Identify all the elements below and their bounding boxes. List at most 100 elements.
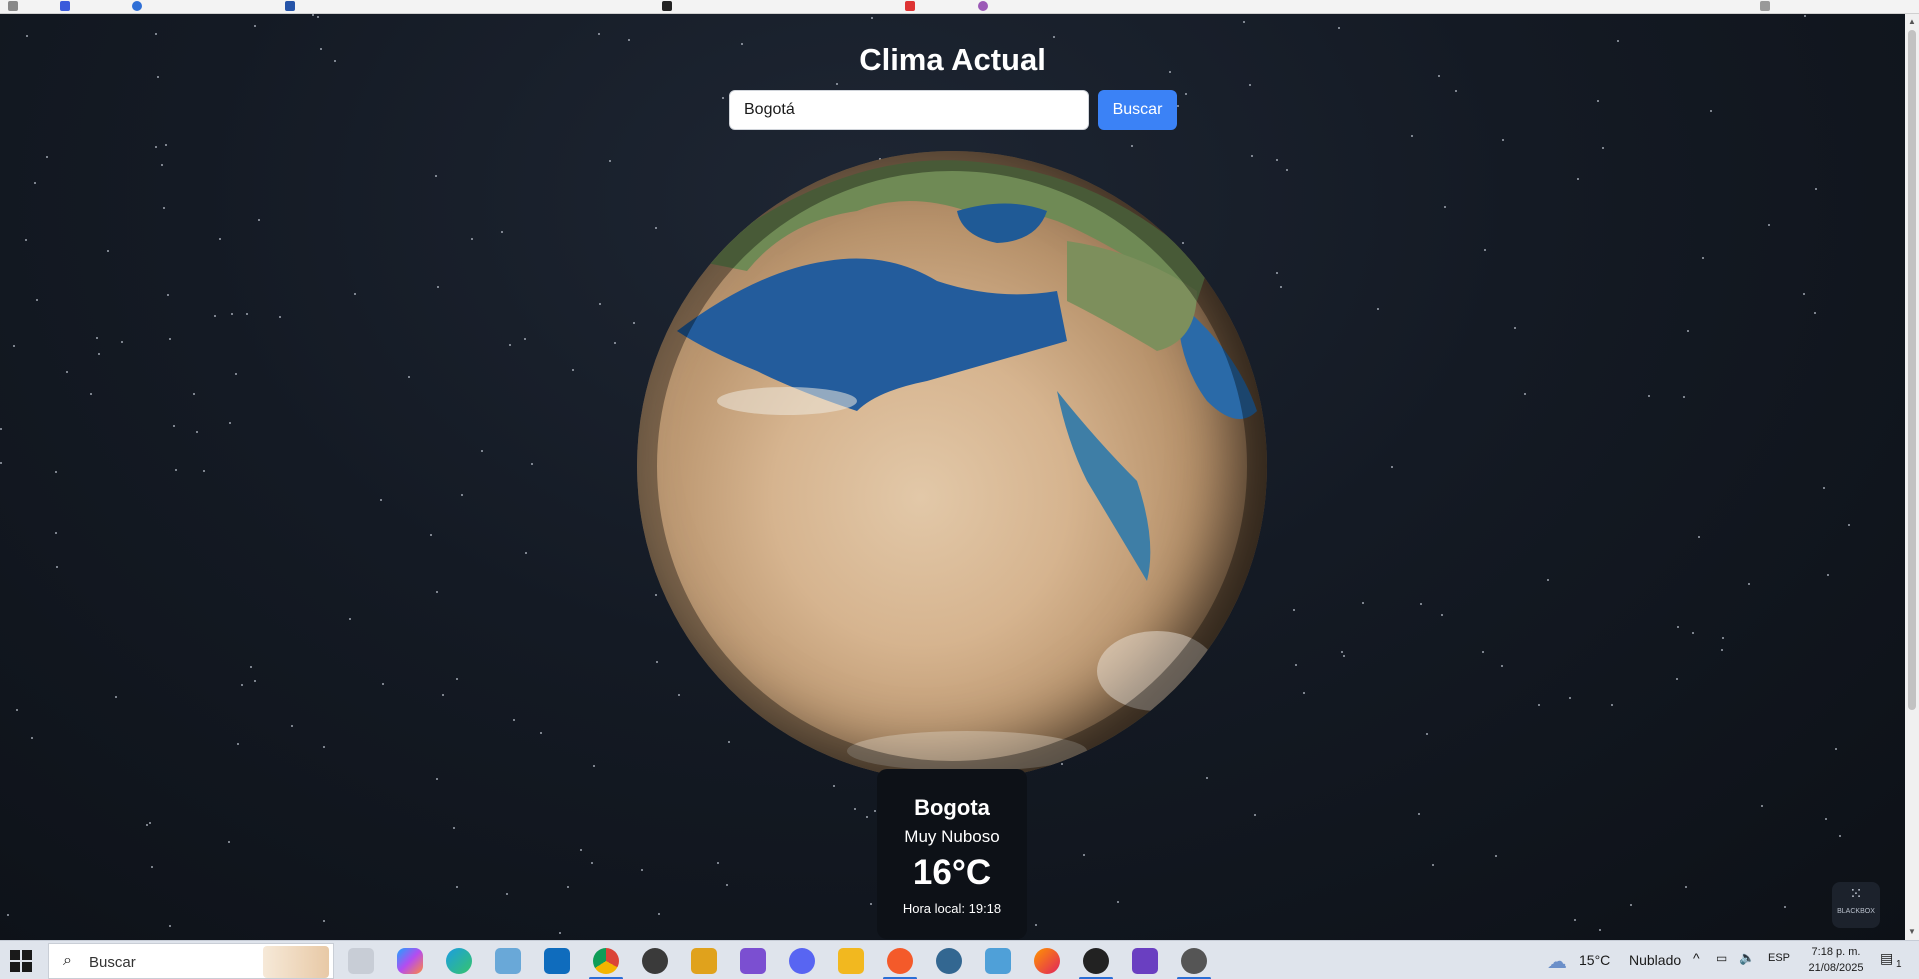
obs-icon[interactable] bbox=[642, 948, 668, 974]
taskbar-search-box[interactable]: ⌕ Buscar bbox=[48, 943, 334, 979]
star bbox=[96, 337, 98, 339]
star bbox=[1295, 664, 1297, 666]
star bbox=[1482, 651, 1484, 653]
star bbox=[1303, 692, 1305, 694]
star bbox=[66, 371, 68, 373]
notepad-icon[interactable] bbox=[495, 948, 521, 974]
blackbox-logo-icon: ⁙ bbox=[1849, 886, 1863, 903]
star bbox=[31, 737, 33, 739]
star bbox=[633, 322, 635, 324]
star bbox=[13, 345, 15, 347]
star bbox=[1685, 886, 1687, 888]
star bbox=[1495, 855, 1497, 857]
star bbox=[1577, 178, 1579, 180]
star bbox=[107, 250, 109, 252]
bookmark-icon[interactable] bbox=[60, 1, 70, 11]
maps-icon[interactable] bbox=[985, 948, 1011, 974]
star bbox=[169, 925, 171, 927]
star bbox=[641, 869, 643, 871]
blackbox-badge[interactable]: ⁙ BLACKBOX bbox=[1832, 882, 1880, 928]
star bbox=[1597, 100, 1599, 102]
star bbox=[501, 231, 503, 233]
star bbox=[1418, 813, 1420, 815]
star bbox=[1432, 864, 1434, 866]
star bbox=[34, 182, 36, 184]
windows-start-icon[interactable] bbox=[10, 950, 32, 972]
star bbox=[614, 342, 616, 344]
notification-icon[interactable]: ▤ bbox=[1880, 950, 1893, 979]
star bbox=[169, 338, 171, 340]
volume-icon[interactable]: 🔈 bbox=[1739, 950, 1755, 979]
visual-studio-icon[interactable] bbox=[740, 948, 766, 974]
star bbox=[1676, 678, 1678, 680]
temperature: 16°C bbox=[912, 853, 992, 892]
windows-taskbar: ⌕ Buscar ☁ 15°C Nublado ^ ▭ 🔈 ESP 7:18 p… bbox=[0, 940, 1919, 979]
scroll-thumb[interactable] bbox=[1908, 30, 1916, 710]
star bbox=[437, 286, 439, 288]
star bbox=[1484, 249, 1486, 251]
unknown-app-icon[interactable] bbox=[1083, 948, 1109, 974]
star bbox=[1630, 904, 1632, 906]
search-button[interactable]: Buscar bbox=[1098, 90, 1177, 130]
bookmark-icon[interactable] bbox=[8, 1, 18, 11]
star bbox=[717, 862, 719, 864]
star bbox=[1276, 159, 1278, 161]
file-tool-icon[interactable] bbox=[691, 948, 717, 974]
page-scrollbar[interactable]: ▲ ▼ bbox=[1905, 14, 1919, 940]
bookmark-icon[interactable] bbox=[1760, 1, 1770, 11]
star bbox=[1249, 84, 1251, 86]
star bbox=[1377, 308, 1379, 310]
brave-icon[interactable] bbox=[887, 948, 913, 974]
network-icon[interactable]: ▭ bbox=[1716, 951, 1727, 979]
star bbox=[1243, 21, 1245, 23]
star bbox=[55, 532, 57, 534]
bookmark-icon[interactable] bbox=[285, 1, 295, 11]
visual-studio-2-icon[interactable] bbox=[1132, 948, 1158, 974]
star bbox=[1748, 583, 1750, 585]
earth-globe[interactable] bbox=[637, 151, 1267, 781]
star bbox=[0, 428, 2, 430]
star bbox=[509, 344, 511, 346]
scroll-down-arrow-icon[interactable]: ▼ bbox=[1907, 927, 1917, 937]
bookmark-icon[interactable] bbox=[662, 1, 672, 11]
chevron-up-icon[interactable]: ^ bbox=[1693, 950, 1700, 979]
star bbox=[1362, 602, 1364, 604]
star bbox=[254, 25, 256, 27]
star bbox=[598, 33, 600, 35]
star bbox=[593, 765, 595, 767]
edge-icon[interactable] bbox=[446, 948, 472, 974]
star bbox=[531, 463, 533, 465]
firefox-icon[interactable] bbox=[1034, 948, 1060, 974]
star bbox=[1083, 854, 1085, 856]
star bbox=[155, 146, 157, 148]
bookmark-icon[interactable] bbox=[132, 1, 142, 11]
weather-app-page: Clima Actual Bogotá Buscar Bogota Muy Nu… bbox=[0, 14, 1905, 940]
taskbar-clock[interactable]: 7:18 p. m. 21/08/2025 bbox=[1796, 944, 1876, 976]
bookmark-icon[interactable] bbox=[905, 1, 915, 11]
star bbox=[254, 680, 256, 682]
scroll-up-arrow-icon[interactable]: ▲ bbox=[1907, 17, 1917, 27]
outlook-icon[interactable] bbox=[544, 948, 570, 974]
star bbox=[231, 313, 233, 315]
bookmark-icon[interactable] bbox=[978, 1, 988, 11]
city-search-input[interactable]: Bogotá bbox=[729, 90, 1089, 130]
chrome-icon[interactable] bbox=[593, 948, 619, 974]
file-explorer-icon[interactable] bbox=[838, 948, 864, 974]
browser-top-strip bbox=[0, 0, 1919, 14]
star bbox=[1677, 626, 1679, 628]
star bbox=[1444, 206, 1446, 208]
star bbox=[609, 160, 611, 162]
star bbox=[1848, 524, 1850, 526]
city-name: Bogota bbox=[914, 795, 990, 820]
discord-icon[interactable] bbox=[789, 948, 815, 974]
star bbox=[203, 470, 205, 472]
star bbox=[246, 313, 248, 315]
language-indicator[interactable]: ESP bbox=[1768, 952, 1790, 979]
star bbox=[98, 353, 100, 355]
star bbox=[833, 785, 835, 787]
copilot-icon[interactable] bbox=[397, 948, 423, 974]
star bbox=[1839, 835, 1841, 837]
settings-gear-icon[interactable] bbox=[1181, 948, 1207, 974]
postgres-icon[interactable] bbox=[936, 948, 962, 974]
task-view-icon[interactable] bbox=[348, 948, 374, 974]
